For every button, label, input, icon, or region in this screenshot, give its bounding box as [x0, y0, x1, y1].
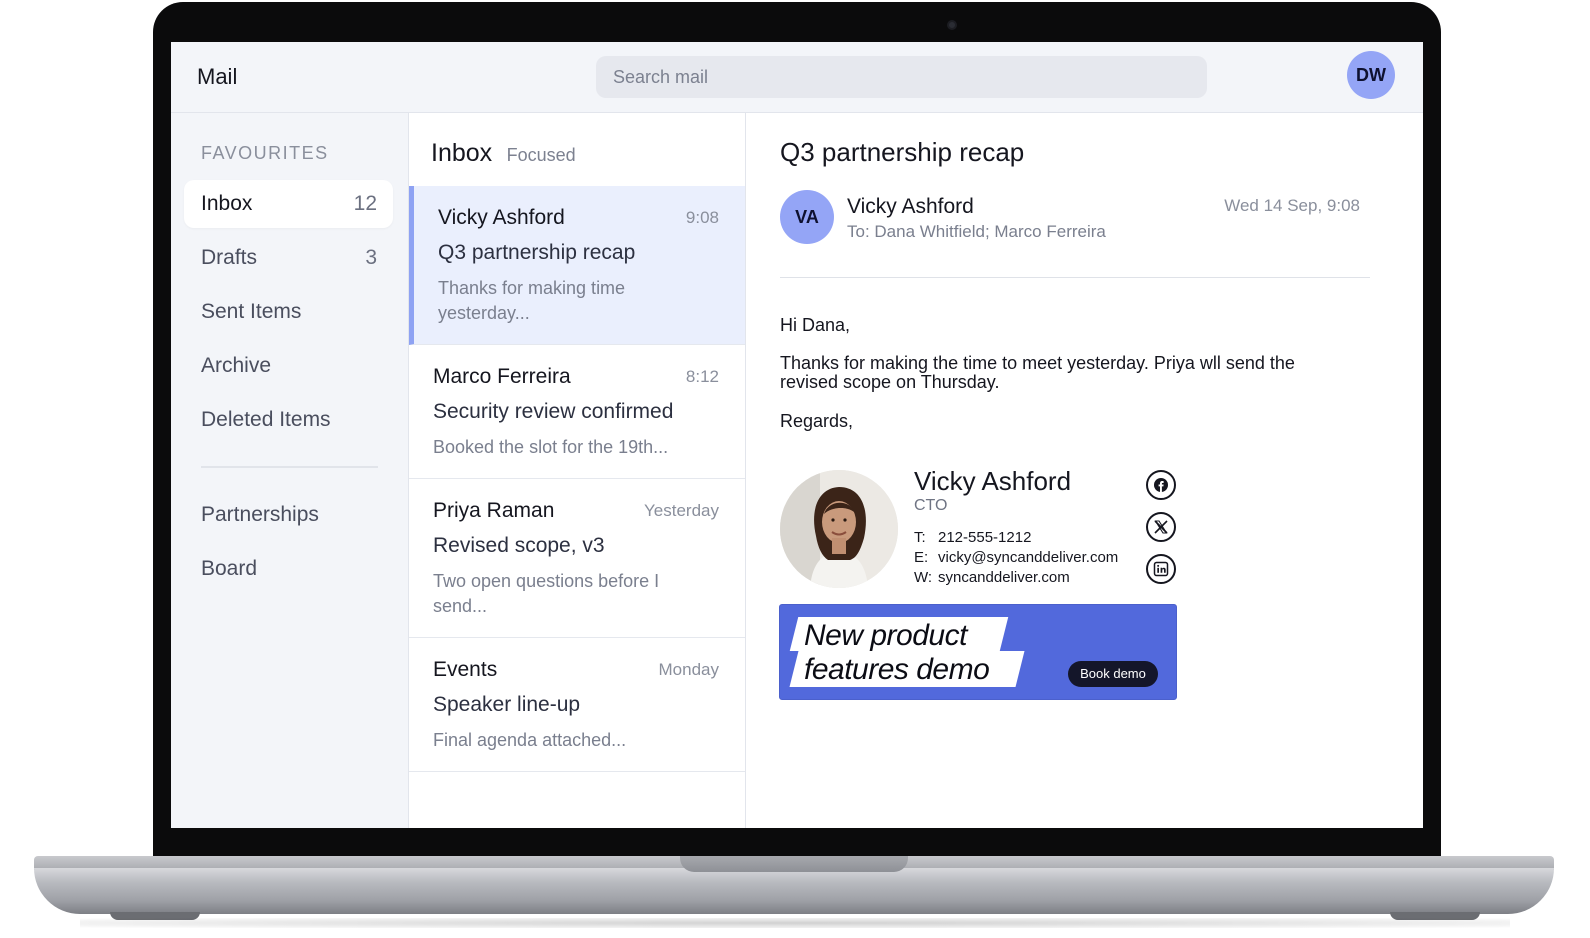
list-header: Inbox Focused	[431, 139, 576, 168]
top-bar: Mail Search mail DW	[171, 42, 1423, 113]
facebook-icon[interactable]	[1146, 470, 1176, 500]
signature-name: Vicky Ashford	[914, 466, 1072, 496]
email-body-line: Thanks for making the time to meet yeste…	[780, 353, 1295, 373]
sidebar-item-archive[interactable]: Archive	[184, 342, 393, 390]
reading-pane: Q3 partnership recap VA Vicky Ashford To…	[747, 113, 1423, 828]
message-sender: Marco Ferreira	[433, 365, 571, 388]
message-subject: Q3 partnership recap	[438, 241, 636, 264]
message-preview: Booked the slot for the 19th...	[433, 437, 669, 457]
email-subject: Q3 partnership recap	[780, 137, 1025, 167]
sidebar-divider	[201, 466, 378, 468]
sidebar-item-deleted[interactable]: Deleted Items	[184, 396, 393, 444]
list-title: Inbox	[431, 139, 493, 167]
sidebar-item-label: Inbox	[201, 192, 253, 215]
recipients-line: To: Dana Whitfield; Marco Ferreira	[847, 222, 1106, 241]
message-subject: Security review confirmed	[433, 400, 674, 423]
email-body-line: revised scope on Thursday.	[780, 372, 1000, 392]
message-preview: Two open questions before I send...	[433, 571, 660, 616]
book-demo-button[interactable]: Book demo	[1068, 661, 1158, 687]
sidebar-item-label: Drafts	[201, 246, 258, 269]
message-preview: Thanks for making time yesterday...	[438, 278, 626, 323]
sidebar-item-partnerships[interactable]: Partnerships	[184, 491, 393, 539]
banner-headline: New product	[804, 619, 967, 652]
message-preview: Final agenda attached...	[433, 730, 627, 750]
signature-phone: T: 212-555-1212	[914, 529, 1031, 546]
search-input[interactable]: Search mail	[596, 56, 1207, 98]
message-time: Monday	[658, 660, 719, 679]
email-closing: Regards,	[780, 411, 854, 431]
message-list: Inbox Focused Vicky Ashford 9:08 Q3 part…	[409, 113, 746, 828]
banner-headline: features demo	[804, 653, 990, 686]
sender-name[interactable]: Vicky Ashford	[847, 195, 974, 219]
message-item[interactable]: Marco Ferreira 8:12 Security review conf…	[409, 345, 745, 479]
message-sender: Events	[433, 658, 498, 681]
header-divider	[780, 277, 1370, 278]
signature-title: CTO	[914, 497, 948, 514]
sidebar-item-label: Partnerships	[201, 503, 319, 526]
signature-photo	[780, 470, 898, 588]
email-date: Wed 14 Sep, 9:08	[1224, 196, 1360, 215]
laptop-frame: Mail Search mail DW FAVOURITES Inbox 12 …	[0, 0, 1590, 938]
camera-icon	[947, 20, 957, 30]
message-time: 9:08	[685, 208, 719, 227]
promo-banner[interactable]: New product features demo Book demo	[779, 604, 1177, 700]
unread-count: 12	[353, 192, 377, 215]
message-item[interactable]: Events Monday Speaker line-up Final agen…	[409, 638, 745, 772]
message-sender: Vicky Ashford	[438, 206, 565, 229]
sidebar-item-label: Deleted Items	[201, 408, 331, 431]
message-time: Yesterday	[644, 501, 719, 520]
message-item[interactable]: Vicky Ashford 9:08 Q3 partnership recap …	[409, 186, 745, 345]
website-link[interactable]: syncanddeliver.com	[938, 569, 1070, 586]
laptop-shadow	[80, 918, 1510, 928]
drafts-count: 3	[365, 246, 377, 269]
signature-web: W: syncanddeliver.com	[914, 569, 1070, 586]
x-icon[interactable]	[1146, 512, 1176, 542]
laptop-notch	[680, 856, 908, 872]
folder-sidebar: FAVOURITES Inbox 12 Drafts 3 Sent Items …	[171, 113, 409, 828]
email-link[interactable]: vicky@syncanddeliver.com	[938, 549, 1118, 566]
user-avatar[interactable]: DW	[1347, 51, 1395, 99]
sidebar-item-sent[interactable]: Sent Items	[184, 288, 393, 336]
phone-value[interactable]: 212-555-1212	[938, 529, 1031, 546]
sidebar-item-label: Sent Items	[201, 300, 302, 323]
message-sender: Priya Raman	[433, 499, 555, 522]
sender-avatar[interactable]: VA	[780, 190, 834, 244]
laptop-base	[34, 868, 1554, 914]
web-label: W:	[914, 569, 933, 586]
message-item[interactable]: Priya Raman Yesterday Revised scope, v3 …	[409, 479, 745, 638]
email-label: E:	[914, 549, 929, 566]
message-subject: Speaker line-up	[433, 693, 581, 716]
sidebar-item-board[interactable]: Board	[184, 545, 393, 593]
phone-label: T:	[914, 529, 926, 546]
mail-app-window: Mail Search mail DW FAVOURITES Inbox 12 …	[171, 42, 1423, 828]
signature-email: E: vicky@syncanddeliver.com	[914, 549, 1118, 566]
sidebar-item-inbox[interactable]: Inbox 12	[184, 180, 393, 228]
sidebar-item-label: Archive	[201, 354, 272, 377]
message-subject: Revised scope, v3	[433, 534, 605, 557]
favourites-heading: FAVOURITES	[201, 143, 329, 163]
focused-filter[interactable]: Focused	[507, 145, 576, 165]
app-title: Mail	[197, 64, 238, 89]
sidebar-item-label: Board	[201, 557, 258, 580]
linkedin-icon[interactable]	[1146, 554, 1176, 584]
message-time: 8:12	[685, 367, 719, 386]
sidebar-item-drafts[interactable]: Drafts 3	[184, 234, 393, 282]
email-greeting: Hi Dana,	[780, 315, 851, 335]
